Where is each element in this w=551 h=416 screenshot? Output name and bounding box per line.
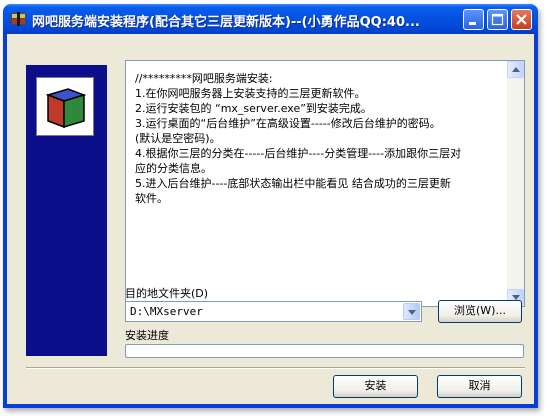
minimize-icon (469, 22, 476, 25)
instructions-text: //*********网吧服务端安装: 1.在你网吧服务器上安装支持的三层更新软… (126, 61, 508, 306)
instruction-line: 2.运行安装包的 “mx_server.exe”到安装完成。 (135, 102, 372, 115)
installer-app-icon (11, 12, 26, 26)
instruction-line: 3.运行桌面的“后台维护”在高级设置-----修改后台维护的密码。 (135, 117, 441, 130)
window-title: 网吧服务端安装程序(配合其它三层更新版本)--(小勇作品QQ:40... (32, 15, 420, 30)
chevron-up-icon (512, 67, 520, 72)
install-instructions[interactable]: //*********网吧服务端安装: 1.在你网吧服务器上安装支持的三层更新软… (125, 60, 525, 307)
maximize-button[interactable] (487, 9, 508, 30)
vertical-scrollbar[interactable] (507, 61, 524, 306)
install-progress-bar (125, 344, 524, 358)
browse-button[interactable]: 浏览(W)... (438, 300, 522, 323)
instruction-line: 1.在你网吧服务器上安装支持的三层更新软件。 (135, 87, 366, 100)
destination-folder-label: 目的地文件夹(D) (125, 287, 209, 300)
installer-logo (36, 77, 94, 136)
instruction-line: //*********网吧服务端安装: (135, 72, 273, 85)
minimize-button[interactable] (463, 9, 484, 30)
close-button[interactable] (511, 9, 532, 30)
progress-label: 安装进度 (125, 329, 169, 342)
close-icon (516, 14, 527, 25)
install-button[interactable]: 安装 (333, 375, 418, 398)
installer-side-banner (26, 65, 107, 356)
dialog-body: //*********网吧服务端安装: 1.在你网吧服务器上安装支持的三层更新软… (7, 34, 534, 404)
cancel-button[interactable]: 取消 (437, 375, 522, 398)
instruction-line: 5.进入后台维护----底部状态输出栏中能看见 结合成功的三层更新 (135, 177, 451, 190)
scroll-up-button[interactable] (507, 61, 524, 78)
destination-folder-value: D:\MXserver (130, 305, 203, 318)
destination-folder-select[interactable]: D:\MXserver (125, 301, 422, 322)
title-bar[interactable]: 网吧服务端安装程序(配合其它三层更新版本)--(小勇作品QQ:40... (3, 4, 538, 34)
box-logo-icon (45, 88, 87, 129)
installer-window: 网吧服务端安装程序(配合其它三层更新版本)--(小勇作品QQ:40... //*… (3, 4, 538, 408)
instruction-line: 软件。 (135, 192, 168, 205)
maximize-icon (491, 13, 504, 26)
instruction-line: 应的分类信息。 (135, 162, 212, 175)
destination-dropdown-button[interactable] (403, 303, 420, 320)
instruction-line: 4.根据你三层的分类在-----后台维护----分类管理----添加跟你三层对 (135, 147, 462, 160)
instruction-line: (默认是空密码)。 (135, 132, 221, 145)
chevron-down-icon (408, 310, 416, 315)
footer-divider (26, 367, 525, 369)
